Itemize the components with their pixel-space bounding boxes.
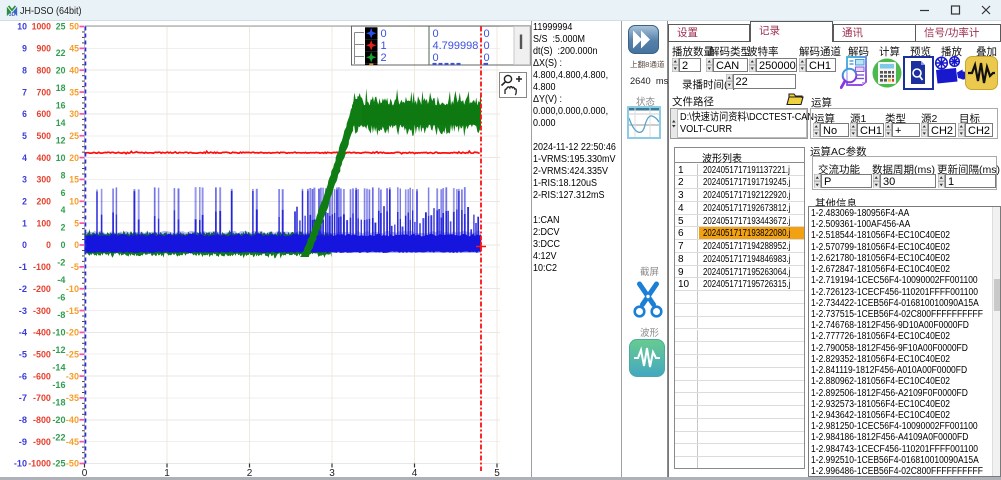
svg-text:-10: -10 bbox=[14, 459, 27, 470]
svg-text:30: 30 bbox=[69, 109, 79, 120]
svg-text:600: 600 bbox=[37, 109, 52, 120]
svg-text:-600: -600 bbox=[33, 371, 51, 382]
svg-text:-4: -4 bbox=[57, 275, 66, 286]
svg-text:-4: -4 bbox=[19, 328, 28, 339]
svg-text:5: 5 bbox=[22, 131, 27, 142]
svg-text:-25: -25 bbox=[52, 459, 66, 470]
svg-text:1: 1 bbox=[381, 40, 387, 52]
svg-text:8: 8 bbox=[22, 65, 27, 76]
svg-text:-16: -16 bbox=[52, 380, 65, 391]
svg-text:8: 8 bbox=[61, 170, 66, 181]
svg-text:45: 45 bbox=[69, 44, 79, 55]
svg-text:700: 700 bbox=[37, 87, 52, 98]
svg-text:500: 500 bbox=[37, 131, 52, 142]
svg-text:800: 800 bbox=[37, 65, 52, 76]
svg-text:18: 18 bbox=[56, 83, 66, 94]
svg-text:35: 35 bbox=[69, 87, 79, 98]
svg-text:0: 0 bbox=[74, 240, 79, 251]
svg-text:-6: -6 bbox=[19, 371, 27, 382]
svg-text:-35: -35 bbox=[66, 393, 80, 404]
svg-text:-8: -8 bbox=[57, 310, 65, 321]
svg-text:-500: -500 bbox=[33, 349, 51, 360]
svg-text:-2: -2 bbox=[19, 284, 27, 295]
svg-text:0: 0 bbox=[484, 28, 490, 40]
svg-text:2: 2 bbox=[22, 197, 27, 208]
svg-text:-18: -18 bbox=[52, 398, 65, 409]
svg-text:20: 20 bbox=[56, 65, 66, 76]
svg-text:300: 300 bbox=[37, 175, 52, 186]
svg-text:0: 0 bbox=[22, 240, 27, 251]
svg-text:-2: -2 bbox=[57, 258, 65, 269]
svg-text:10: 10 bbox=[56, 153, 66, 164]
svg-text:-14: -14 bbox=[52, 363, 66, 374]
svg-text:-6: -6 bbox=[57, 293, 65, 304]
svg-text:0: 0 bbox=[484, 40, 490, 52]
svg-text:400: 400 bbox=[37, 153, 52, 164]
svg-text:0: 0 bbox=[381, 28, 387, 40]
svg-text:-25: -25 bbox=[66, 349, 80, 360]
svg-text:-40: -40 bbox=[66, 415, 79, 426]
svg-text:-12: -12 bbox=[52, 345, 65, 356]
svg-text:4: 4 bbox=[22, 153, 27, 164]
svg-text:0: 0 bbox=[484, 52, 490, 64]
svg-text:10: 10 bbox=[69, 197, 79, 208]
svg-text:-100: -100 bbox=[33, 262, 51, 273]
svg-text:5: 5 bbox=[74, 218, 79, 229]
svg-text:-5: -5 bbox=[19, 349, 28, 360]
svg-text:-45: -45 bbox=[66, 437, 80, 448]
svg-text:200: 200 bbox=[37, 197, 52, 208]
svg-text:-1: -1 bbox=[19, 262, 28, 273]
svg-text:25: 25 bbox=[69, 131, 79, 142]
svg-text:4: 4 bbox=[61, 205, 66, 216]
svg-text:0: 0 bbox=[46, 240, 51, 251]
svg-text:3: 3 bbox=[22, 175, 27, 186]
svg-text:-200: -200 bbox=[33, 284, 51, 295]
svg-text:100: 100 bbox=[37, 218, 52, 229]
svg-text:9: 9 bbox=[22, 44, 27, 55]
svg-text:40: 40 bbox=[69, 65, 79, 76]
svg-text:2: 2 bbox=[61, 223, 66, 234]
svg-text:22: 22 bbox=[56, 48, 66, 59]
svg-text:1: 1 bbox=[22, 218, 27, 229]
svg-text:14: 14 bbox=[56, 118, 66, 129]
svg-text:-400: -400 bbox=[33, 328, 51, 339]
svg-text:12: 12 bbox=[56, 135, 66, 146]
svg-text:25: 25 bbox=[56, 22, 66, 33]
svg-text:16: 16 bbox=[56, 100, 66, 111]
svg-text:-7: -7 bbox=[19, 393, 27, 404]
svg-text:-1000: -1000 bbox=[28, 459, 51, 470]
svg-text:-300: -300 bbox=[33, 306, 51, 317]
svg-text:0: 0 bbox=[433, 28, 439, 40]
svg-text:-800: -800 bbox=[33, 415, 51, 426]
svg-text:7: 7 bbox=[22, 87, 27, 98]
svg-text:-700: -700 bbox=[33, 393, 51, 404]
svg-text:-10: -10 bbox=[52, 328, 65, 339]
svg-text:-900: -900 bbox=[33, 437, 51, 448]
svg-text:-10: -10 bbox=[66, 284, 79, 295]
svg-text:6: 6 bbox=[61, 188, 66, 199]
svg-text:-30: -30 bbox=[66, 371, 79, 382]
svg-text:-50: -50 bbox=[66, 459, 79, 470]
svg-text:-20: -20 bbox=[66, 328, 79, 339]
svg-text:-5: -5 bbox=[71, 262, 80, 273]
svg-text:10: 10 bbox=[17, 22, 27, 33]
svg-text:-8: -8 bbox=[19, 415, 27, 426]
svg-text:50: 50 bbox=[69, 22, 79, 33]
svg-text:-15: -15 bbox=[66, 306, 80, 317]
svg-text:15: 15 bbox=[69, 175, 79, 186]
svg-text:-22: -22 bbox=[52, 433, 65, 444]
svg-text:4.799998: 4.799998 bbox=[433, 40, 479, 52]
svg-text:6: 6 bbox=[22, 109, 27, 120]
svg-text:0: 0 bbox=[61, 240, 66, 251]
svg-text:20: 20 bbox=[69, 153, 79, 164]
svg-text:2: 2 bbox=[381, 52, 387, 64]
svg-text:-9: -9 bbox=[19, 437, 27, 448]
svg-text:0: 0 bbox=[433, 52, 439, 64]
svg-text:1000: 1000 bbox=[32, 22, 51, 33]
svg-text:-20: -20 bbox=[52, 415, 65, 426]
svg-text:900: 900 bbox=[37, 44, 52, 55]
svg-text:-3: -3 bbox=[19, 306, 27, 317]
